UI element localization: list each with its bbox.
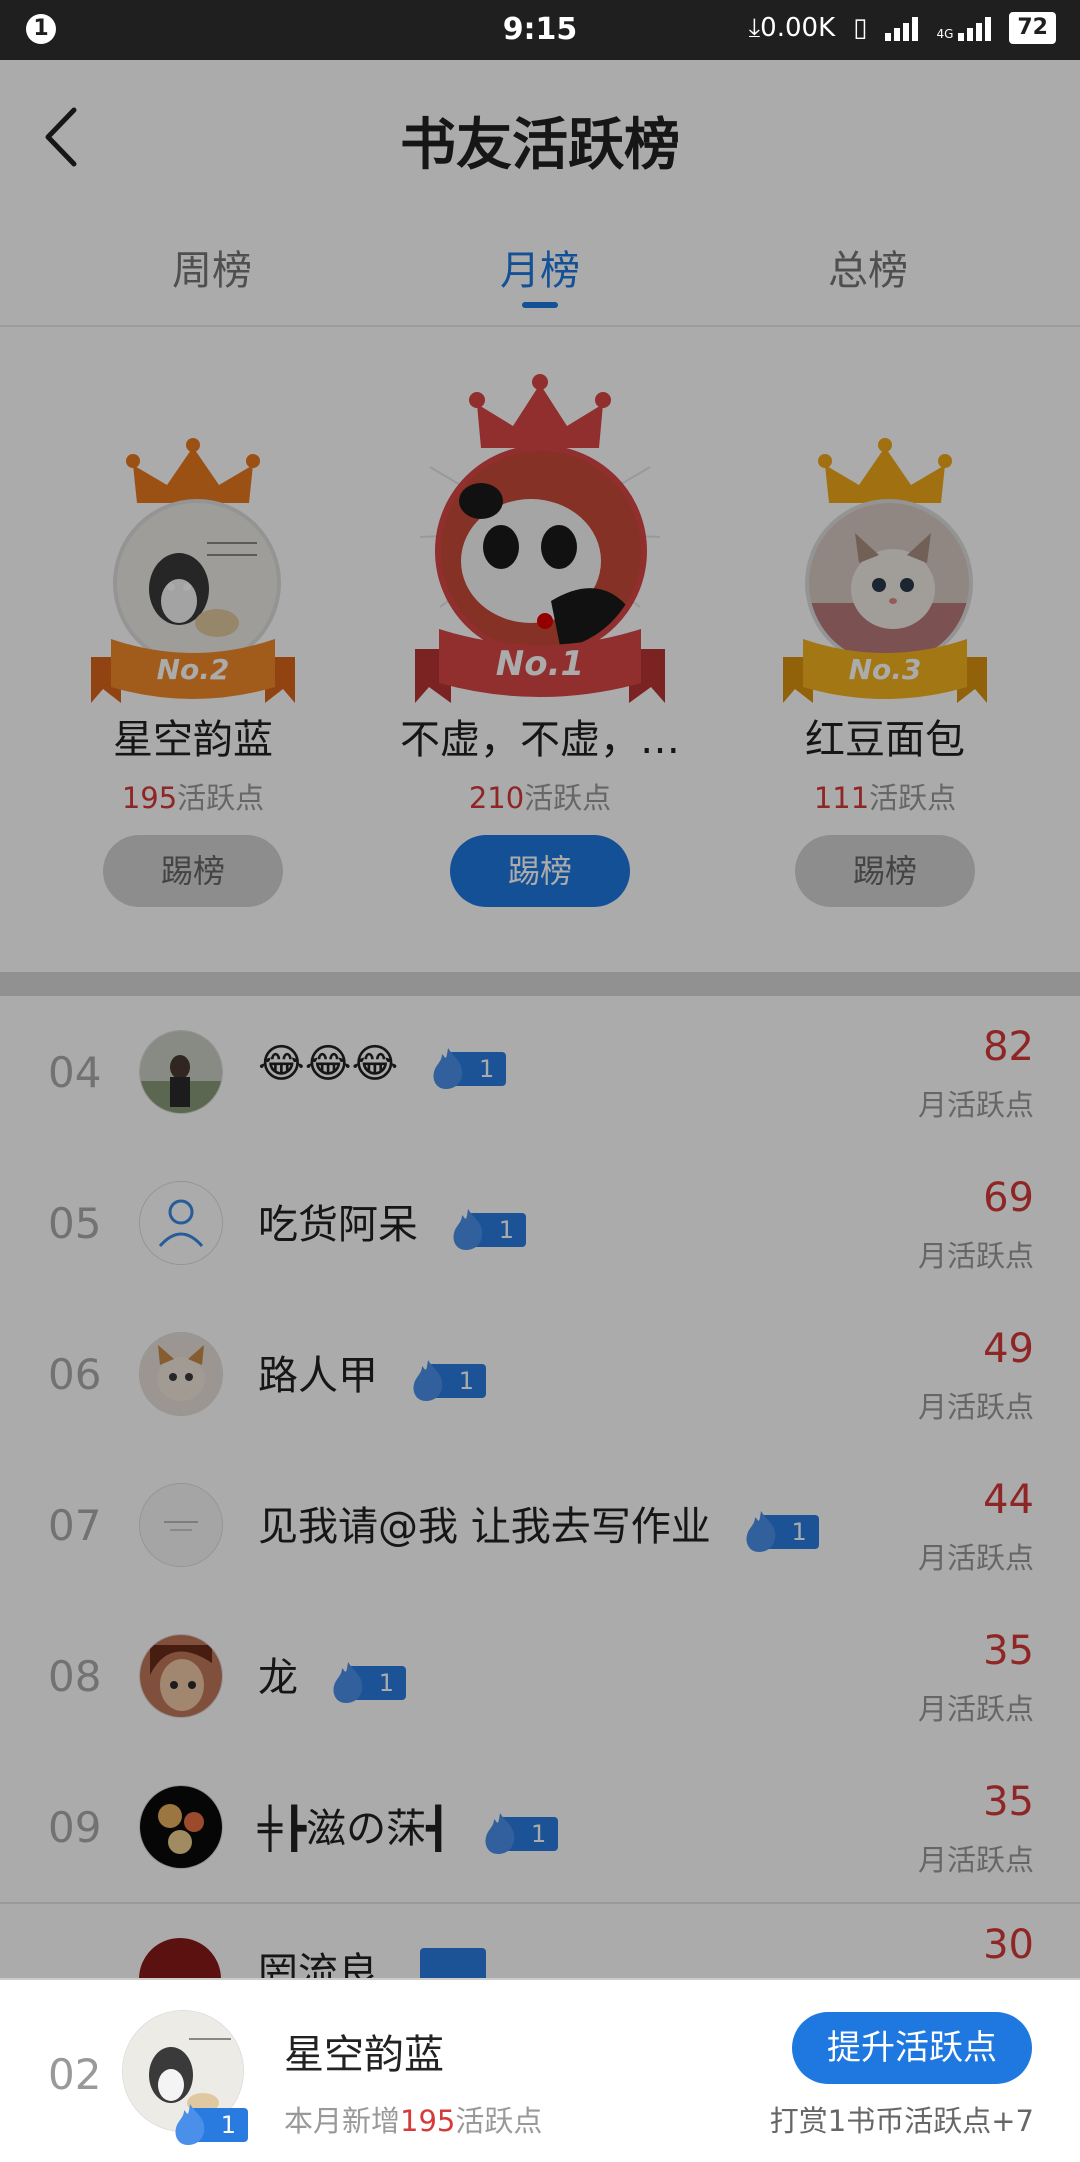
boost-points-button[interactable]: 提升活跃点 xyxy=(792,2012,1032,2084)
rank-number: 05 xyxy=(48,1199,102,1248)
my-name: 星空韵蓝 xyxy=(284,2032,444,2078)
user-name: 见我请@我 让我去写作业 1 xyxy=(258,1494,819,1552)
list-item[interactable]: 09 ╪┣滋の莯┫ 1 35 月活跃点 xyxy=(0,1751,1080,1904)
reward-hint: 打赏1书币活跃点+7 xyxy=(769,2104,1034,2138)
podium-name: 红豆面包 xyxy=(805,717,965,763)
user-name: 罔流良 xyxy=(258,1950,378,1978)
default-avatar[interactable] xyxy=(139,1181,223,1265)
active-points: 30 xyxy=(983,1926,1034,1968)
flame-icon xyxy=(413,1360,443,1401)
points-unit: 月活跃点 xyxy=(917,1239,1034,1273)
avatar[interactable] xyxy=(139,1634,223,1718)
level-badge: 1 xyxy=(448,1207,526,1250)
tab-weekly[interactable]: 周榜 xyxy=(112,238,312,296)
tab-total[interactable]: 总榜 xyxy=(768,238,968,296)
status-indicators: ⤓0.00K ▯ 4G 72 xyxy=(749,12,1056,44)
vibrate-icon: ▯ xyxy=(853,13,868,43)
avatar xyxy=(139,1938,221,1978)
section-divider xyxy=(0,972,1080,996)
flame-icon xyxy=(746,1511,775,1552)
podium-points: 111活跃点 xyxy=(813,781,957,815)
crown-icon xyxy=(469,374,611,448)
list-item[interactable]: 04 😂😂😂 1 82 月活跃点 xyxy=(0,996,1080,1149)
top-three-podium: No.2 星空韵蓝 195活跃点 踢榜 No.1 不虚，不虚，… 210活跃点 … xyxy=(0,327,1080,972)
points-unit: 月活跃点 xyxy=(917,1088,1034,1122)
period-tabs: 周榜 月榜 总榜 xyxy=(0,210,1080,327)
points-unit: 月活跃点 xyxy=(917,1390,1034,1424)
level-badge: 1 xyxy=(480,1811,559,1854)
rank-label: No.3 xyxy=(849,653,922,686)
user-name: 吃货阿呆 1 xyxy=(258,1192,526,1250)
battery-icon: 72 xyxy=(1009,12,1056,44)
podium-points: 195活跃点 xyxy=(121,781,265,815)
tab-monthly[interactable]: 月榜 xyxy=(440,238,640,296)
rank-number: 04 xyxy=(48,1048,102,1097)
level-badge: 1 xyxy=(170,2102,248,2145)
level-badge: 1 xyxy=(428,1046,507,1089)
my-monthly-points: 本月新增195活跃点 xyxy=(284,2104,543,2138)
points-unit: 月活跃点 xyxy=(917,1843,1034,1877)
flame-icon xyxy=(433,1048,463,1089)
status-bar: 1 9:15 ⤓0.00K ▯ 4G 72 xyxy=(0,0,1080,60)
podium-points: 210活跃点 xyxy=(468,781,612,815)
list-item[interactable]: 07 见我请@我 让我去写作业 1 44 月活跃点 xyxy=(0,1449,1080,1602)
list-item[interactable]: 08 龙1 35 月活跃点 xyxy=(0,1600,1080,1753)
flame-icon xyxy=(333,1662,363,1703)
user-name: ╪┣滋の莯┫ 1 xyxy=(258,1796,559,1854)
level-badge: 1 xyxy=(741,1509,819,1552)
active-points: 35 xyxy=(983,1779,1034,1825)
user-name: 路人甲 1 xyxy=(258,1343,486,1401)
page-title: 书友活跃榜 xyxy=(400,112,680,178)
list-item-partial[interactable]: 罔流良 30 xyxy=(0,1926,1080,1978)
avatar[interactable] xyxy=(139,1332,223,1416)
avatar[interactable] xyxy=(139,1483,223,1567)
rank-ribbon-2: No.2 xyxy=(91,639,295,703)
list-item[interactable]: 06 路人甲 1 49 月活跃点 xyxy=(0,1298,1080,1451)
rank-number: 07 xyxy=(48,1501,102,1550)
user-name: 龙1 xyxy=(258,1645,406,1703)
level-badge: 1 xyxy=(408,1358,486,1401)
list-item[interactable]: 05 吃货阿呆 1 69 月活跃点 xyxy=(0,1147,1080,1300)
podium-name: 不虚，不虚，… xyxy=(400,717,680,763)
flame-icon xyxy=(485,1813,515,1854)
kick-button[interactable]: 踢榜 xyxy=(103,835,283,907)
active-points: 44 xyxy=(983,1477,1034,1523)
signal-4g-icon: 4G xyxy=(936,15,992,41)
level-badge: 1 xyxy=(328,1660,406,1703)
avatar[interactable] xyxy=(139,1030,223,1114)
rank-ribbon-3: No.3 xyxy=(783,639,987,703)
crown-icon xyxy=(126,438,260,503)
rank-number: 08 xyxy=(48,1652,102,1701)
kick-button[interactable]: 踢榜 xyxy=(795,835,975,907)
points-unit: 月活跃点 xyxy=(917,1541,1034,1575)
app-header: 书友活跃榜 xyxy=(0,60,1080,210)
my-rank-bar: 02 1 星空韵蓝 本月新增195活跃点 提升活跃点 打赏1书币活跃点+7 xyxy=(0,1978,1080,2162)
rank-label: No.2 xyxy=(157,653,230,686)
kick-button[interactable]: 踢榜 xyxy=(450,835,630,907)
flame-icon xyxy=(453,1209,483,1250)
rank-number: 09 xyxy=(48,1803,102,1852)
download-speed: ⤓0.00K xyxy=(748,12,836,43)
active-points: 69 xyxy=(983,1175,1034,1221)
active-points: 82 xyxy=(983,1024,1034,1070)
active-points: 49 xyxy=(983,1326,1034,1372)
podium-name: 星空韵蓝 xyxy=(113,717,273,763)
rank-number: 06 xyxy=(48,1350,102,1399)
avatar[interactable] xyxy=(139,1785,223,1869)
active-points: 35 xyxy=(983,1628,1034,1674)
user-icon xyxy=(140,1182,222,1264)
signal-icon xyxy=(885,15,919,41)
crown-icon xyxy=(818,438,952,503)
points-unit: 月活跃点 xyxy=(917,1692,1034,1726)
level-badge xyxy=(420,1948,486,1978)
my-rank-number: 02 xyxy=(48,2050,102,2099)
active-tab-indicator xyxy=(522,302,558,308)
rank-ribbon-1: No.1 xyxy=(415,629,665,703)
user-name: 😂😂😂 1 xyxy=(258,1041,507,1089)
rank-label: No.1 xyxy=(496,644,584,684)
flame-icon xyxy=(175,2104,205,2145)
